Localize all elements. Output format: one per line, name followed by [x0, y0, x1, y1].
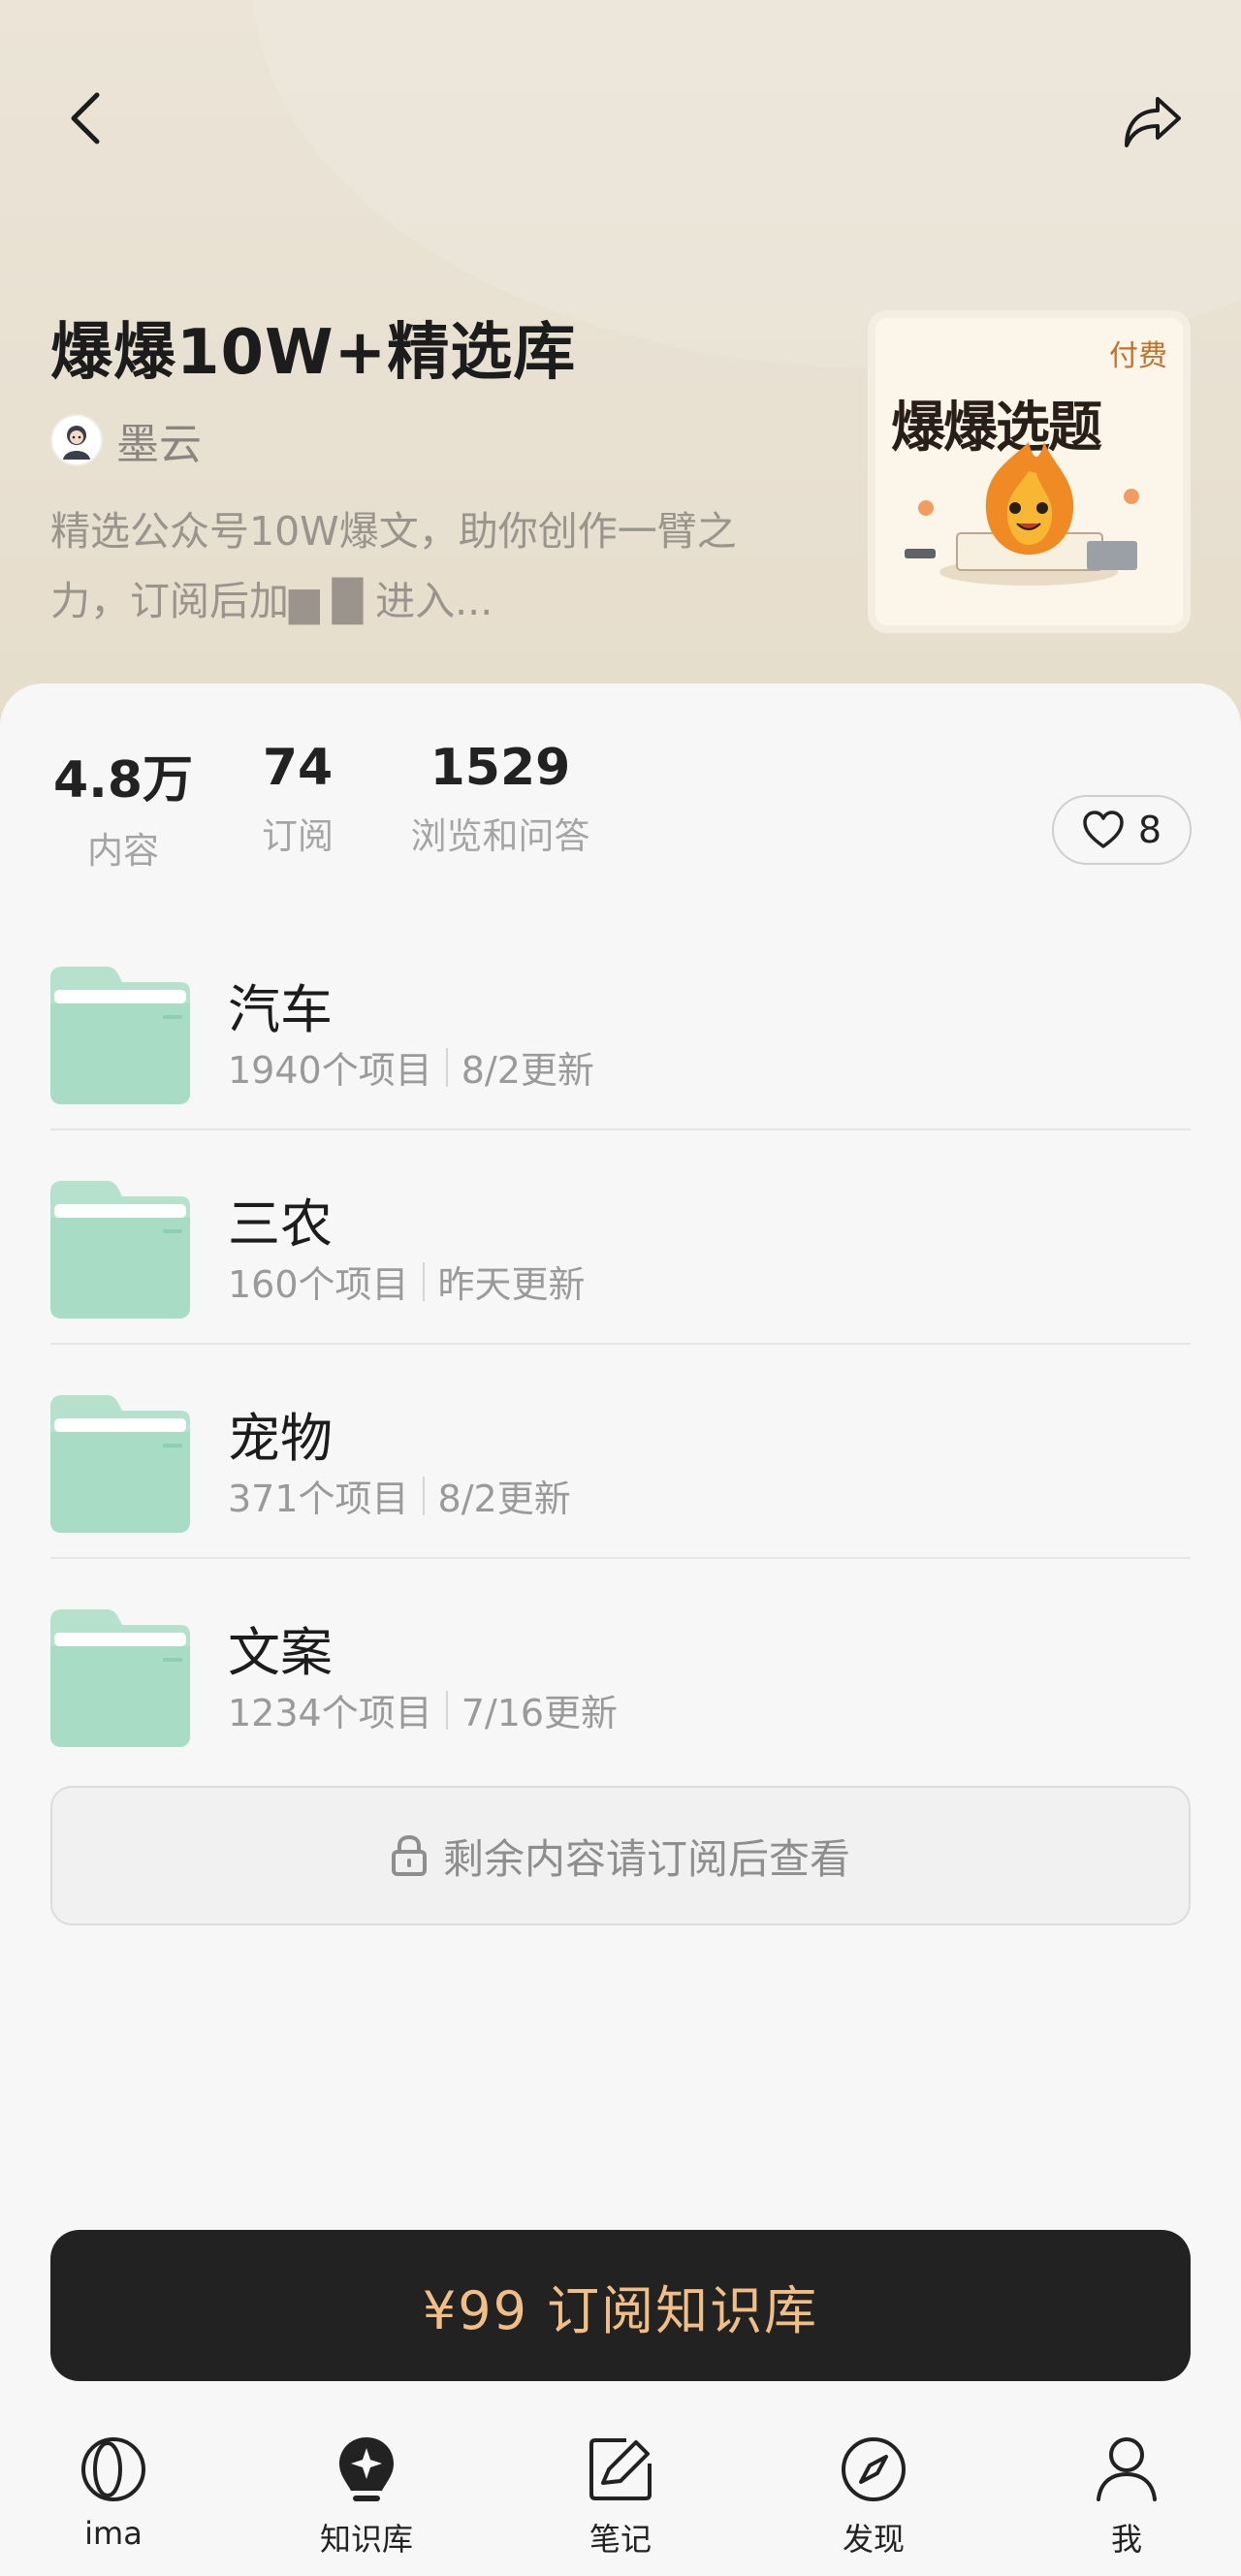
- flame-mascot-icon: [905, 442, 1139, 586]
- tab-label: ima: [84, 2515, 143, 2552]
- folder-name: 文案: [228, 1622, 333, 1683]
- tab-me[interactable]: 我: [1030, 2432, 1224, 2560]
- tab-ima[interactable]: ima: [16, 2432, 210, 2552]
- share-button[interactable]: [1115, 83, 1191, 159]
- kb-description[interactable]: 精选公众号10W爆文，助你创作一臂之力，订阅后加▆ █ 进入...: [50, 496, 807, 636]
- tab-knowledge-base[interactable]: 知识库: [270, 2432, 463, 2560]
- knowledge-base-icon: [339, 2437, 394, 2501]
- stat-label: 浏览和问答: [410, 815, 590, 857]
- lock-icon: [391, 1834, 427, 1876]
- meta-divider: [445, 1690, 448, 1730]
- folder-row[interactable]: 三农 160个项目 昨天更新: [50, 1130, 1191, 1345]
- folder-meta: 160个项目 昨天更新: [228, 1255, 586, 1308]
- tab-label: 笔记: [589, 2521, 652, 2558]
- author[interactable]: 墨云: [50, 409, 202, 471]
- back-button[interactable]: [50, 76, 120, 161]
- kb-title: 爆爆10W+精选库: [50, 317, 577, 389]
- folder-updated: 8/2更新: [437, 1478, 571, 1520]
- share-icon: [1125, 97, 1181, 147]
- stat-subscribers: 74 订阅: [244, 739, 351, 859]
- heart-icon: [1083, 811, 1124, 848]
- tab-label: 知识库: [319, 2521, 413, 2558]
- tab-label: 我: [1110, 2521, 1142, 2558]
- folder-item-count: 371个项目: [228, 1478, 409, 1520]
- avatar-icon: [63, 426, 90, 460]
- stat-label: 订阅: [262, 815, 334, 857]
- chevron-left-icon: [71, 92, 100, 144]
- folder-meta: 1940个项目 8/2更新: [228, 1040, 594, 1094]
- stat-value: 1529: [430, 739, 571, 797]
- subscribe-button[interactable]: ¥99 订阅知识库: [50, 2230, 1191, 2381]
- meta-divider: [422, 1476, 425, 1515]
- folder-item-count: 160个项目: [228, 1263, 409, 1306]
- folder-icon: [50, 967, 190, 1104]
- ima-logo-icon: [81, 2437, 145, 2501]
- folder-row[interactable]: 文案 1234个项目 7/16更新: [50, 1559, 1191, 1773]
- folder-name: 宠物: [228, 1408, 333, 1469]
- meta-divider: [422, 1261, 425, 1301]
- folder-updated: 8/2更新: [461, 1049, 594, 1092]
- note-icon: [589, 2438, 652, 2500]
- stat-value: 74: [262, 739, 334, 797]
- folder-item-count: 1234个项目: [228, 1692, 432, 1734]
- stat-label: 内容: [87, 830, 159, 872]
- folder-item-count: 1940个项目: [228, 1049, 432, 1092]
- tab-label: 发现: [842, 2521, 905, 2558]
- compass-icon: [842, 2437, 906, 2501]
- like-button[interactable]: 8: [1052, 795, 1192, 865]
- kb-cover: 付费 爆爆选题: [868, 310, 1191, 633]
- folder-icon: [50, 1181, 190, 1319]
- person-icon: [1097, 2437, 1157, 2501]
- subscribe-label: ¥99 订阅知识库: [422, 2279, 819, 2341]
- avatar: [50, 414, 103, 466]
- folder-updated: 昨天更新: [437, 1263, 586, 1306]
- folder-row[interactable]: 宠物 371个项目 8/2更新: [50, 1345, 1191, 1559]
- author-name: 墨云: [116, 420, 202, 469]
- tab-discover[interactable]: 发现: [777, 2432, 971, 2560]
- meta-divider: [445, 1047, 448, 1087]
- folder-icon: [50, 1609, 190, 1747]
- folder-row[interactable]: 汽车 1940个项目 8/2更新: [50, 916, 1191, 1130]
- tab-notes[interactable]: 笔记: [524, 2432, 717, 2560]
- folder-name: 三农: [228, 1193, 333, 1255]
- folder-updated: 7/16更新: [461, 1692, 619, 1734]
- bottom-tab-bar: ima 知识库 笔记 发现 我: [0, 2412, 1241, 2576]
- stat-views: 1529 浏览和问答: [398, 739, 603, 859]
- folder-meta: 1234个项目 7/16更新: [228, 1683, 618, 1736]
- stat-value: 4.8万: [52, 751, 194, 810]
- stat-content: 4.8万 内容: [50, 739, 196, 874]
- folder-name: 汽车: [228, 979, 333, 1040]
- folder-meta: 371个项目 8/2更新: [228, 1469, 571, 1522]
- folder-icon: [50, 1395, 190, 1533]
- locked-text: 剩余内容请订阅后查看: [442, 1834, 850, 1883]
- locked-content-notice: 剩余内容请订阅后查看: [50, 1786, 1191, 1925]
- like-count: 8: [1137, 809, 1162, 851]
